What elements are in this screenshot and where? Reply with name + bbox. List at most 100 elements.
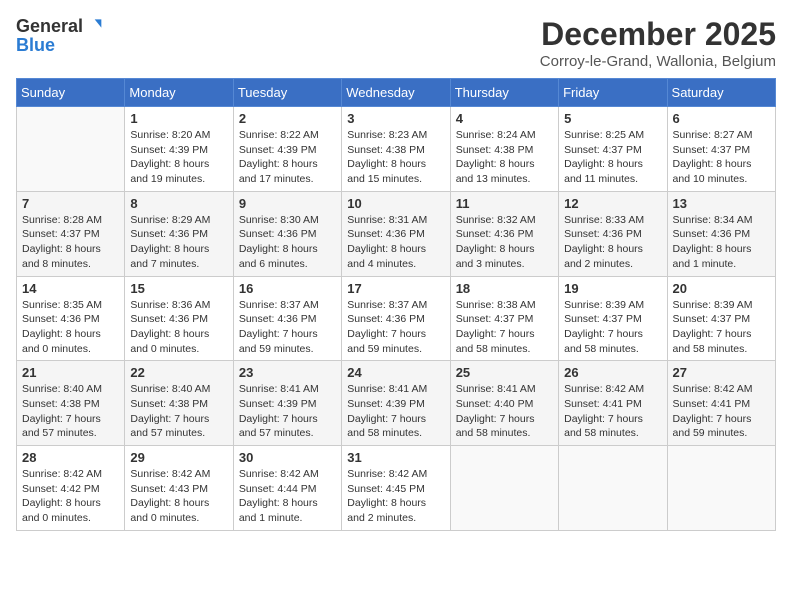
logo: General Blue (16, 16, 103, 56)
day-info: Sunrise: 8:42 AM Sunset: 4:44 PM Dayligh… (239, 467, 336, 526)
day-number: 27 (673, 365, 770, 380)
calendar-cell: 29Sunrise: 8:42 AM Sunset: 4:43 PM Dayli… (125, 446, 233, 531)
calendar-cell (667, 446, 775, 531)
day-number: 29 (130, 450, 227, 465)
day-number: 21 (22, 365, 119, 380)
day-number: 12 (564, 196, 661, 211)
day-info: Sunrise: 8:41 AM Sunset: 4:39 PM Dayligh… (347, 382, 444, 441)
calendar-cell: 24 Sunrise: 8:41 AM Sunset: 4:39 PM Dayli… (342, 361, 450, 446)
day-number: 22 (130, 365, 227, 380)
day-number: 8 (130, 196, 227, 211)
day-info: Sunrise: 8:42 AM Sunset: 4:41 PM Dayligh… (673, 382, 770, 441)
day-info: Sunrise: 8:38 AM Sunset: 4:37 PM Dayligh… (456, 298, 553, 357)
day-info: Sunrise: 8:40 AM Sunset: 4:38 PM Dayligh… (22, 382, 119, 441)
calendar-cell: 19 Sunrise: 8:39 AM Sunset: 4:37 PM Dayli… (559, 276, 667, 361)
day-of-week-header: Saturday (667, 79, 775, 107)
calendar-cell: 31 Sunrise: 8:42 AM Sunset: 4:45 PM Dayli… (342, 446, 450, 531)
day-info: Sunrise: 8:41 AM Sunset: 4:40 PM Dayligh… (456, 382, 553, 441)
calendar-cell: 2Sunrise: 8:22 AM Sunset: 4:39 PM Daylig… (233, 107, 341, 192)
day-number: 25 (456, 365, 553, 380)
calendar-cell (559, 446, 667, 531)
calendar-week-row: 21 Sunrise: 8:40 AM Sunset: 4:38 PM Dayli… (17, 361, 776, 446)
day-number: 31 (347, 450, 444, 465)
calendar-cell: 7 Sunrise: 8:28 AM Sunset: 4:37 PM Daylig… (17, 191, 125, 276)
day-number: 6 (673, 111, 770, 126)
day-info: Sunrise: 8:39 AM Sunset: 4:37 PM Dayligh… (673, 298, 770, 357)
calendar-cell: 5 Sunrise: 8:25 AM Sunset: 4:37 PM Daylig… (559, 107, 667, 192)
day-info: Sunrise: 8:23 AM Sunset: 4:38 PM Dayligh… (347, 128, 444, 187)
day-info: Sunrise: 8:27 AM Sunset: 4:37 PM Dayligh… (673, 128, 770, 187)
calendar-subtitle: Corroy-le-Grand, Wallonia, Belgium (540, 53, 776, 70)
day-number: 19 (564, 281, 661, 296)
calendar-week-row: 7 Sunrise: 8:28 AM Sunset: 4:37 PM Daylig… (17, 191, 776, 276)
day-info: Sunrise: 8:32 AM Sunset: 4:36 PM Dayligh… (456, 213, 553, 272)
day-info: Sunrise: 8:37 AM Sunset: 4:36 PM Dayligh… (347, 298, 444, 357)
calendar-cell: 6 Sunrise: 8:27 AM Sunset: 4:37 PM Daylig… (667, 107, 775, 192)
calendar-header-row: SundayMondayTuesdayWednesdayThursdayFrid… (17, 79, 776, 107)
calendar-cell: 1Sunrise: 8:20 AM Sunset: 4:39 PM Daylig… (125, 107, 233, 192)
day-number: 15 (130, 281, 227, 296)
day-number: 2 (239, 111, 336, 126)
calendar-cell: 20 Sunrise: 8:39 AM Sunset: 4:37 PM Dayli… (667, 276, 775, 361)
day-number: 5 (564, 111, 661, 126)
day-info: Sunrise: 8:25 AM Sunset: 4:37 PM Dayligh… (564, 128, 661, 187)
day-of-week-header: Wednesday (342, 79, 450, 107)
logo-icon (83, 16, 103, 36)
logo-text-blue: Blue (16, 35, 55, 55)
calendar-cell: 21 Sunrise: 8:40 AM Sunset: 4:38 PM Dayli… (17, 361, 125, 446)
calendar-cell: 17 Sunrise: 8:37 AM Sunset: 4:36 PM Dayli… (342, 276, 450, 361)
calendar-cell: 9 Sunrise: 8:30 AM Sunset: 4:36 PM Daylig… (233, 191, 341, 276)
day-info: Sunrise: 8:30 AM Sunset: 4:36 PM Dayligh… (239, 213, 336, 272)
day-number: 9 (239, 196, 336, 211)
calendar-cell: 4Sunrise: 8:24 AM Sunset: 4:38 PM Daylig… (450, 107, 558, 192)
day-info: Sunrise: 8:28 AM Sunset: 4:37 PM Dayligh… (22, 213, 119, 272)
day-info: Sunrise: 8:40 AM Sunset: 4:38 PM Dayligh… (130, 382, 227, 441)
calendar-cell: 27 Sunrise: 8:42 AM Sunset: 4:41 PM Dayli… (667, 361, 775, 446)
day-of-week-header: Friday (559, 79, 667, 107)
calendar-cell: 18 Sunrise: 8:38 AM Sunset: 4:37 PM Dayli… (450, 276, 558, 361)
day-of-week-header: Sunday (17, 79, 125, 107)
day-number: 13 (673, 196, 770, 211)
day-number: 7 (22, 196, 119, 211)
day-of-week-header: Thursday (450, 79, 558, 107)
day-info: Sunrise: 8:20 AM Sunset: 4:39 PM Dayligh… (130, 128, 227, 187)
day-number: 10 (347, 196, 444, 211)
title-block: December 2025 Corroy-le-Grand, Wallonia,… (540, 16, 776, 70)
day-number: 30 (239, 450, 336, 465)
day-info: Sunrise: 8:29 AM Sunset: 4:36 PM Dayligh… (130, 213, 227, 272)
day-number: 23 (239, 365, 336, 380)
calendar-cell: 25 Sunrise: 8:41 AM Sunset: 4:40 PM Dayli… (450, 361, 558, 446)
calendar-week-row: 28 Sunrise: 8:42 AM Sunset: 4:42 PM Dayli… (17, 446, 776, 531)
day-number: 28 (22, 450, 119, 465)
day-number: 24 (347, 365, 444, 380)
day-of-week-header: Monday (125, 79, 233, 107)
calendar-cell: 13 Sunrise: 8:34 AM Sunset: 4:36 PM Dayli… (667, 191, 775, 276)
calendar-cell (450, 446, 558, 531)
day-number: 18 (456, 281, 553, 296)
calendar-cell: 30 Sunrise: 8:42 AM Sunset: 4:44 PM Dayli… (233, 446, 341, 531)
calendar-cell: 10Sunrise: 8:31 AM Sunset: 4:36 PM Dayli… (342, 191, 450, 276)
day-info: Sunrise: 8:42 AM Sunset: 4:41 PM Dayligh… (564, 382, 661, 441)
calendar-cell: 14Sunrise: 8:35 AM Sunset: 4:36 PM Dayli… (17, 276, 125, 361)
calendar-cell (17, 107, 125, 192)
calendar-cell: 12 Sunrise: 8:33 AM Sunset: 4:36 PM Dayli… (559, 191, 667, 276)
day-number: 17 (347, 281, 444, 296)
day-number: 20 (673, 281, 770, 296)
calendar-cell: 28 Sunrise: 8:42 AM Sunset: 4:42 PM Dayli… (17, 446, 125, 531)
day-number: 3 (347, 111, 444, 126)
day-number: 11 (456, 196, 553, 211)
day-info: Sunrise: 8:42 AM Sunset: 4:45 PM Dayligh… (347, 467, 444, 526)
day-number: 26 (564, 365, 661, 380)
day-info: Sunrise: 8:33 AM Sunset: 4:36 PM Dayligh… (564, 213, 661, 272)
day-info: Sunrise: 8:36 AM Sunset: 4:36 PM Dayligh… (130, 298, 227, 357)
calendar-cell: 22 Sunrise: 8:40 AM Sunset: 4:38 PM Dayli… (125, 361, 233, 446)
calendar-cell: 26 Sunrise: 8:42 AM Sunset: 4:41 PM Dayli… (559, 361, 667, 446)
day-info: Sunrise: 8:34 AM Sunset: 4:36 PM Dayligh… (673, 213, 770, 272)
day-info: Sunrise: 8:24 AM Sunset: 4:38 PM Dayligh… (456, 128, 553, 187)
day-info: Sunrise: 8:39 AM Sunset: 4:37 PM Dayligh… (564, 298, 661, 357)
calendar-cell: 23 Sunrise: 8:41 AM Sunset: 4:39 PM Dayli… (233, 361, 341, 446)
day-info: Sunrise: 8:41 AM Sunset: 4:39 PM Dayligh… (239, 382, 336, 441)
logo-text-general: General (16, 17, 83, 35)
day-info: Sunrise: 8:42 AM Sunset: 4:42 PM Dayligh… (22, 467, 119, 526)
calendar-table: SundayMondayTuesdayWednesdayThursdayFrid… (16, 78, 776, 531)
